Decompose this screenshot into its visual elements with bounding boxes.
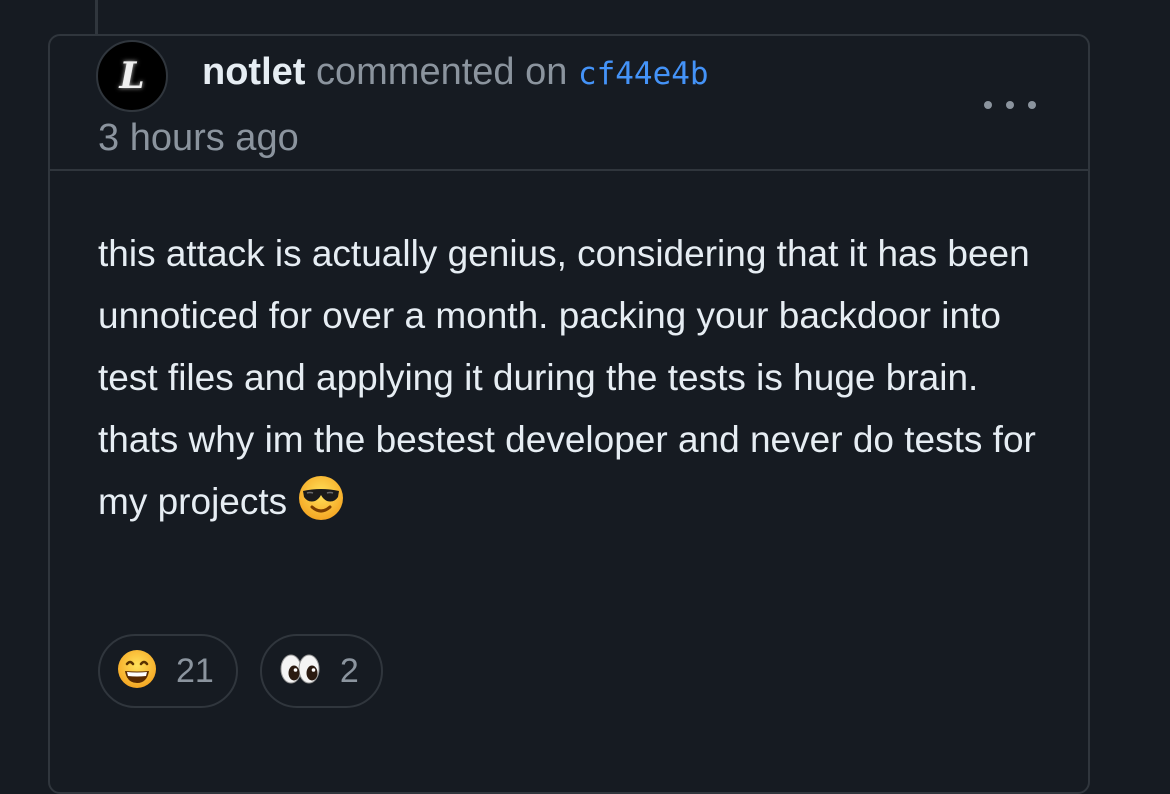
reaction-eyes-button[interactable]: 2	[259, 634, 383, 708]
eyes-icon	[278, 648, 322, 695]
avatar-letter: L	[119, 55, 145, 97]
more-dot-icon	[1028, 101, 1036, 109]
comment-header: L notlet commented on cf44e4b 3 hours ag…	[50, 36, 1088, 171]
reaction-grinning-button[interactable]: 21	[98, 634, 238, 708]
comment-text: thats why im the bestest developer and n…	[98, 419, 1036, 522]
grinning-face-icon	[116, 648, 158, 695]
comment-paragraph: this attack is actually genius, consider…	[98, 233, 1030, 398]
more-options-button[interactable]	[984, 96, 1036, 114]
smiling-face-with-sunglasses-icon	[297, 474, 345, 541]
avatar[interactable]: L	[96, 40, 168, 112]
author-link[interactable]: notlet	[202, 51, 305, 93]
comment-paragraph: thats why im the bestest developer and n…	[98, 409, 1058, 541]
commit-link[interactable]: cf44e4b	[578, 56, 709, 92]
reaction-count: 21	[176, 652, 214, 690]
comment-timestamp[interactable]: 3 hours ago	[98, 116, 299, 160]
comment-action-text: commented on	[316, 51, 568, 93]
comment-card: L notlet commented on cf44e4b 3 hours ag…	[48, 34, 1090, 794]
comment-header-line: notlet commented on cf44e4b	[202, 50, 709, 96]
reaction-count: 2	[339, 652, 359, 690]
timeline-connector	[95, 0, 98, 34]
more-dot-icon	[1006, 101, 1014, 109]
comment-body: this attack is actually genius, consider…	[98, 223, 1058, 541]
reactions-bar: 21 2	[98, 634, 383, 708]
more-dot-icon	[984, 101, 992, 109]
